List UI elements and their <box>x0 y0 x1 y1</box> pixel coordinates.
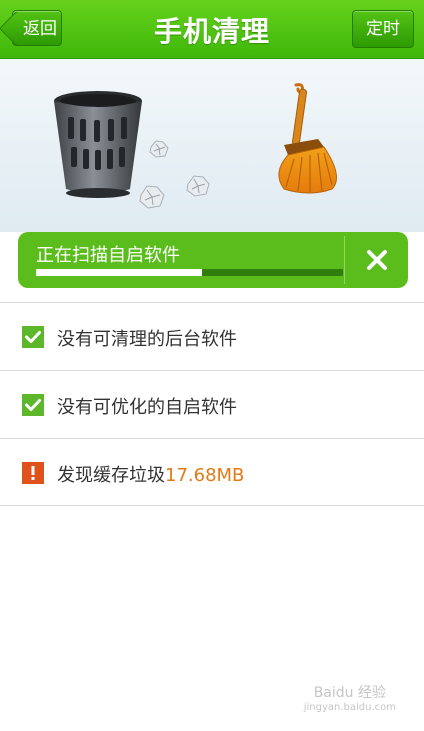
trash-can-icon <box>54 91 142 198</box>
check-icon <box>22 326 44 348</box>
watermark: Baidu 经验 jingyan.baidu.com <box>304 682 396 713</box>
scan-progress-card: 正在扫描自启软件 <box>18 232 408 288</box>
phone-cleanup-screen: 返回 手机清理 定时 正在扫描自启软件 没有可清理的后台软件 没有可优化的自启软… <box>0 0 424 731</box>
warning-icon <box>22 462 44 484</box>
result-text: 发现缓存垃圾17.68MB <box>57 465 245 486</box>
list-item: 没有可清理的后台软件 <box>0 302 424 370</box>
watermark-url: jingyan.baidu.com <box>303 702 396 713</box>
cancel-scan-button[interactable] <box>345 232 408 288</box>
scan-progress-fill <box>36 269 202 276</box>
back-button-label: 返回 <box>23 19 57 39</box>
result-text: 没有可清理的后台软件 <box>57 329 237 350</box>
paper-ball-icon <box>186 175 210 197</box>
watermark-logo: Baidu 经验 <box>313 685 386 701</box>
scan-results-list: 没有可清理的后台软件 没有可优化的自启软件 发现缓存垃圾17.68MB <box>0 302 424 506</box>
timer-button[interactable]: 定时 <box>352 10 414 48</box>
paper-ball-icon <box>149 140 169 158</box>
check-icon <box>22 394 44 416</box>
result-text: 没有可优化的自启软件 <box>57 397 237 418</box>
scan-progress-bar <box>36 269 343 276</box>
close-icon <box>367 250 387 270</box>
broom-icon <box>278 83 337 194</box>
nav-bar: 返回 手机清理 定时 <box>0 0 424 59</box>
paper-ball-icon <box>139 185 165 209</box>
cleanup-illustration <box>0 59 424 232</box>
list-item[interactable]: 发现缓存垃圾17.68MB <box>0 438 424 506</box>
list-item: 没有可优化的自启软件 <box>0 370 424 438</box>
cache-size-value: 17.68MB <box>165 465 245 486</box>
scan-status-text: 正在扫描自启软件 <box>36 245 180 266</box>
